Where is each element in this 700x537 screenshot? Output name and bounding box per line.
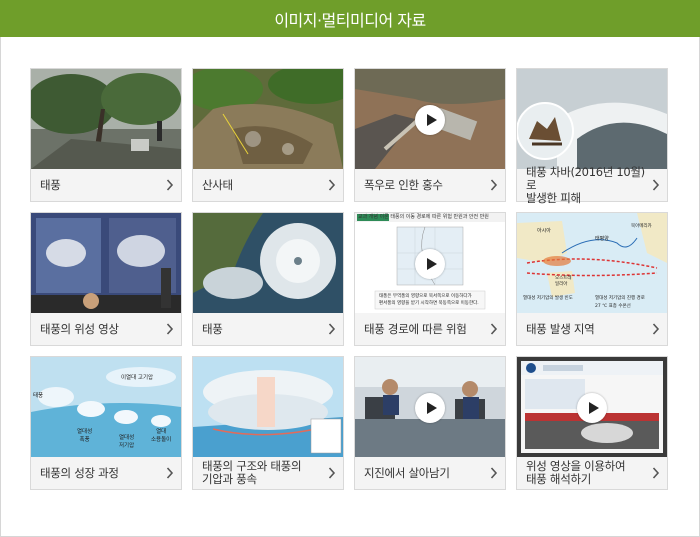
media-card-typhoon-region[interactable]: 아시아 태평양 북아메리카 오스트레일리아 열대성 저기압의 발생 빈도 열대성… <box>516 212 668 346</box>
map-legend: 열대성 저기압의 발생 빈도 <box>523 296 573 301</box>
map-legend: 27 ℃ 표층 수온선 <box>595 304 631 309</box>
media-card-satellite-analysis[interactable]: 위성 영상을 이용하여 태풍 해석하기 <box>516 356 668 490</box>
chevron-right-icon <box>166 179 174 191</box>
media-card-typhoon-growth[interactable]: 이열대 고기압 태풍 열대성 폭풍 열대성 저기압 열대 소용돌이 태풍의 성장… <box>30 356 182 490</box>
thumbnail-image <box>193 213 343 313</box>
path-header-text: 교과 개념 이론 태풍의 이동 경로에 따른 위험 반원과 안전 반원 <box>358 214 489 220</box>
chevron-right-icon <box>652 323 660 335</box>
media-card-flood[interactable]: 폭우로 인한 홍수 <box>354 68 506 202</box>
chevron-right-icon <box>652 467 660 479</box>
card-label: 태풍 <box>202 321 223 336</box>
card-label: 폭우로 인한 홍수 <box>364 177 443 192</box>
growth-label: 태풍 <box>33 393 44 399</box>
chevron-right-icon <box>490 467 498 479</box>
map-label: 오스트레일리아 <box>555 276 572 287</box>
thumbnail-image <box>31 213 181 313</box>
thumbnail-image: 이열대 고기압 태풍 열대성 폭풍 열대성 저기압 열대 소용돌이 <box>31 357 181 457</box>
chevron-right-icon <box>490 179 498 191</box>
section-title: 이미지·멀티미디어 자료 <box>274 10 426 30</box>
media-grid: 태풍 산사태 폭우로 인한 홍수 태풍 차바(2016년 10월)로 발생한 피… <box>30 68 668 490</box>
chevron-right-icon <box>490 323 498 335</box>
card-label: 태풍 <box>40 177 61 192</box>
card-label: 지진에서 살아남기 <box>364 465 450 480</box>
play-icon[interactable] <box>415 393 445 423</box>
card-label: 태풍의 구조와 태풍의 기압과 풍속 <box>202 459 302 486</box>
card-label: 산사태 <box>202 177 233 192</box>
play-icon[interactable] <box>415 105 445 135</box>
chevron-right-icon <box>328 467 336 479</box>
media-card-typhoon-path[interactable]: 교과 개념 이론 태풍의 이동 경로에 따른 위험 반원과 안전 반원 태풍은 … <box>354 212 506 346</box>
thumbnail-image <box>31 69 181 169</box>
thumbnail-image <box>517 69 667 169</box>
card-label: 태풍 차바(2016년 10월)로 발생한 피해 <box>526 164 645 205</box>
play-icon[interactable] <box>415 249 445 279</box>
chevron-right-icon <box>166 323 174 335</box>
card-label: 태풍 경로에 따른 위험 <box>364 321 467 336</box>
play-icon[interactable] <box>577 393 607 423</box>
map-label: 아시아 <box>537 228 551 234</box>
thumbnail-image <box>193 357 343 457</box>
thumbnail-video: 교과 개념 이론 태풍의 이동 경로에 따른 위험 반원과 안전 반원 태풍은 … <box>355 213 505 313</box>
chevron-right-icon <box>166 467 174 479</box>
card-label: 태풍 발생 지역 <box>526 321 595 336</box>
thumbnail-image <box>193 69 343 169</box>
map-label: 태평양 <box>595 236 609 242</box>
growth-label: 열대 소용돌이 <box>151 429 172 443</box>
media-card-chaba-damage[interactable]: 태풍 차바(2016년 10월)로 발생한 피해 <box>516 68 668 205</box>
path-note-text: 편서풍의 영향을 받기 시작하면 북동쪽으로 이동한다. <box>379 301 479 306</box>
media-card-typhoon-satellite[interactable]: 태풍 <box>192 212 344 346</box>
card-label: 태풍의 위성 영상 <box>40 321 119 336</box>
chevron-right-icon <box>328 179 336 191</box>
chevron-right-icon <box>652 179 660 191</box>
section-header: 이미지·멀티미디어 자료 <box>0 0 700 37</box>
map-legend: 열대성 저기압의 진행 경로 <box>595 296 645 301</box>
chevron-right-icon <box>328 323 336 335</box>
path-note-text: 태풍은 무역풍의 영향으로 북서쪽으로 이동하다가 <box>379 294 472 299</box>
growth-label: 열대성 저기압 <box>119 435 135 449</box>
card-label: 태풍의 성장 과정 <box>40 465 119 480</box>
thumbnail-video <box>355 357 505 457</box>
thumbnail-video <box>517 357 667 457</box>
growth-label: 이열대 고기압 <box>121 375 154 381</box>
media-card-landslide[interactable]: 산사태 <box>192 68 344 202</box>
media-card-satellite-video[interactable]: 태풍의 위성 영상 <box>30 212 182 346</box>
card-label: 위성 영상을 이용하여 태풍 해석하기 <box>526 459 626 486</box>
media-card-typhoon-structure[interactable]: 태풍의 구조와 태풍의 기압과 풍속 <box>192 356 344 490</box>
growth-label: 열대성 폭풍 <box>77 429 93 443</box>
media-card-earthquake[interactable]: 지진에서 살아남기 <box>354 356 506 490</box>
media-card-typhoon[interactable]: 태풍 <box>30 68 182 202</box>
map-label: 북아메리카 <box>631 224 652 229</box>
thumbnail-image: 아시아 태평양 북아메리카 오스트레일리아 열대성 저기압의 발생 빈도 열대성… <box>517 213 667 313</box>
thumbnail-video <box>355 69 505 169</box>
